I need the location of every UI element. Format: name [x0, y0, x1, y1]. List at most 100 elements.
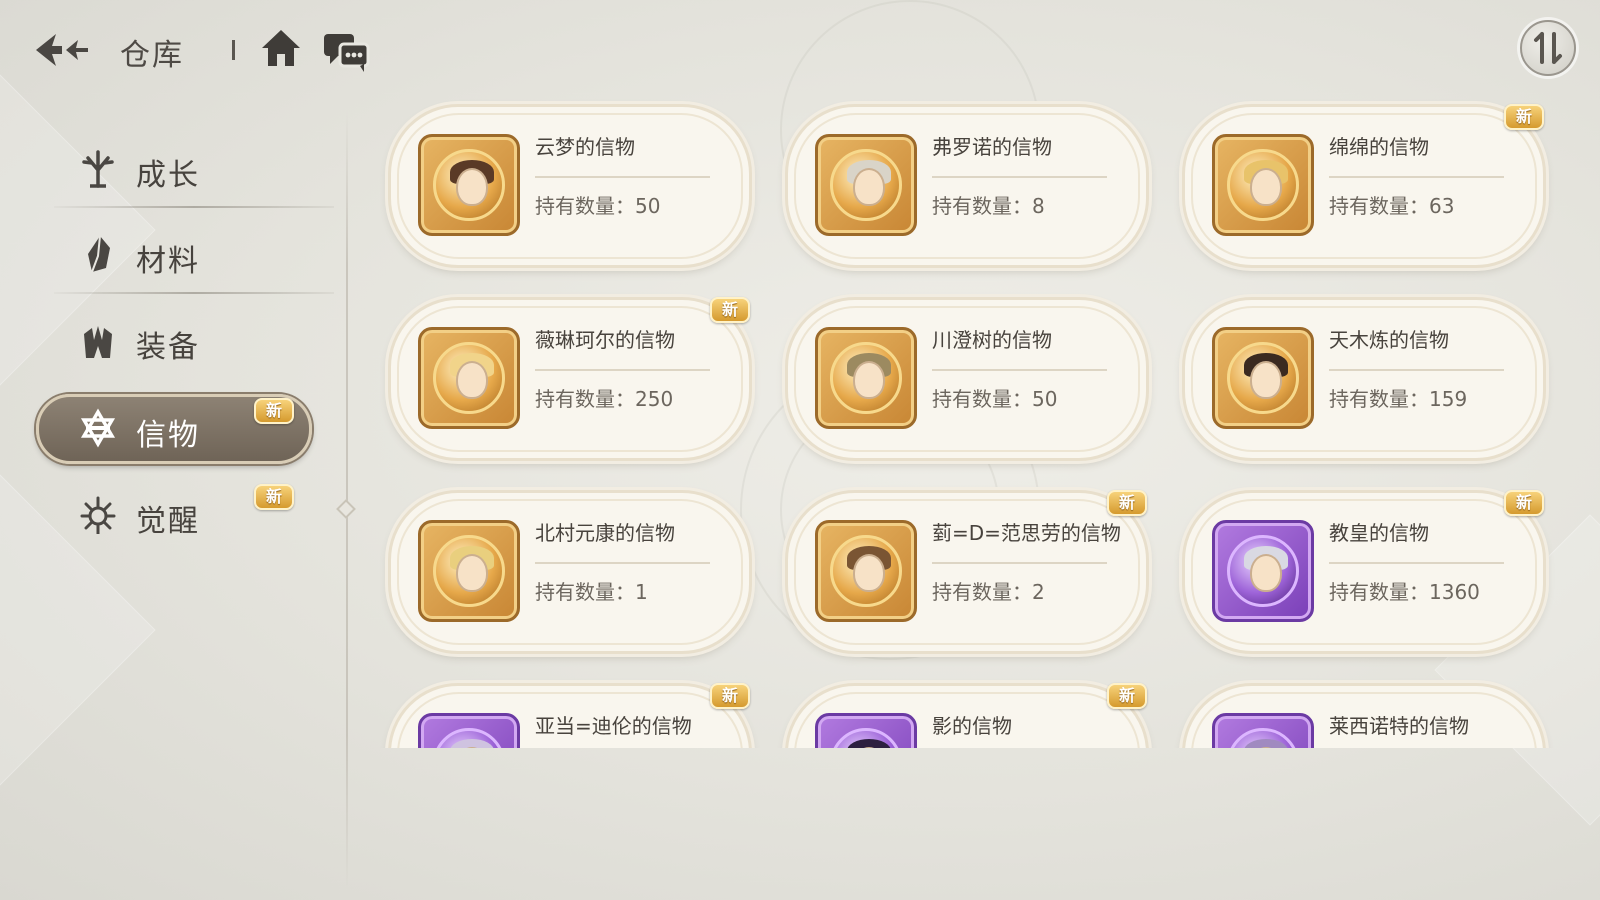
token-name: 绵绵的信物 [1329, 135, 1429, 159]
card-divider [1329, 369, 1504, 371]
count-label: 持有数量： [535, 194, 635, 218]
new-badge: 新 [710, 683, 750, 709]
sidebar-item-equipment[interactable]: 装备 [40, 304, 310, 376]
character-portrait [815, 713, 917, 748]
sidebar-item-label: 觉醒 [136, 504, 200, 539]
card-divider [932, 176, 1107, 178]
token-card[interactable]: 北村元康的信物 持有数量：1 [380, 484, 760, 660]
sidebar-item-tokens[interactable]: 信物 新 [40, 392, 310, 464]
token-name: 菿=D=范思劳的信物 [932, 521, 1121, 545]
token-card[interactable]: 教皇的信物持有数量：1360 新 [1174, 484, 1554, 660]
sidebar-item-label: 成长 [136, 158, 200, 193]
sidebar-item-awakening[interactable]: 觉醒 新 [40, 478, 310, 550]
portrait-face [853, 554, 885, 592]
card-divider [1329, 176, 1504, 178]
chat-button[interactable] [322, 30, 372, 74]
portrait-face [1250, 168, 1282, 206]
token-card[interactable]: 影的信物持有数量：新 [777, 677, 1157, 748]
count-value: 50 [635, 194, 661, 218]
count-value: 50 [1032, 387, 1058, 411]
token-count: 持有数量：63 [1329, 190, 1454, 219]
token-medal-icon [433, 535, 505, 607]
token-medal-icon [1227, 342, 1299, 414]
token-card[interactable]: 天木炼的信物持有数量：159 [1174, 291, 1554, 467]
card-divider [932, 369, 1107, 371]
token-name: 影的信物 [932, 714, 1012, 738]
count-label: 持有数量： [932, 580, 1032, 604]
token-count: 持有数量：2 [932, 576, 1045, 605]
count-value: 250 [635, 387, 674, 411]
portrait-face [456, 168, 488, 206]
count-label: 持有数量： [1329, 194, 1429, 218]
count-value: 1360 [1429, 580, 1480, 604]
token-card[interactable]: 薇琳珂尔的信物 持有数量：250 新 [380, 291, 760, 467]
token-medal-icon [830, 728, 902, 748]
character-portrait [418, 713, 520, 748]
sidebar-item-label: 信物 [136, 418, 200, 453]
count-value: 8 [1032, 194, 1045, 218]
card-divider [535, 176, 710, 178]
count-label: 持有数量： [932, 194, 1032, 218]
token-medal-icon [433, 149, 505, 221]
token-count: 持有数量：50 [932, 383, 1057, 412]
star-emblem-icon [80, 408, 116, 448]
category-sidebar: 成长 材料 装备 信物 新 觉醒 新 [30, 120, 334, 560]
token-card[interactable]: 云梦的信物持有数量：50 [380, 98, 760, 274]
token-name: 教皇的信物 [1329, 521, 1429, 545]
count-label: 持有数量： [535, 580, 635, 604]
token-medal-icon [830, 535, 902, 607]
new-badge: 新 [254, 398, 294, 424]
character-portrait [418, 520, 520, 622]
character-portrait [815, 134, 917, 236]
token-count: 持有数量：1360 [1329, 576, 1480, 605]
portrait-face [456, 554, 488, 592]
count-value: 63 [1429, 194, 1455, 218]
sidebar-item-growth[interactable]: 成长 [40, 132, 310, 204]
token-medal-icon [1227, 149, 1299, 221]
portrait-face [1250, 554, 1282, 592]
token-count: 持有数量：159 [1329, 383, 1467, 412]
token-name: 云梦的信物 [535, 135, 635, 159]
count-value: 159 [1429, 387, 1468, 411]
token-card[interactable]: 亚当=迪伦的信物持有数量：新 [380, 677, 760, 748]
token-medal-icon [1227, 728, 1299, 748]
chat-icon [324, 34, 370, 72]
token-card[interactable]: 莱西诺特的信物持有数量： [1174, 677, 1554, 748]
token-name: 薇琳珂尔的信物 [535, 328, 675, 352]
armor-icon [84, 326, 112, 358]
card-divider [535, 562, 710, 564]
token-medal-icon [1227, 535, 1299, 607]
top-bar: 仓库 [0, 0, 1600, 100]
card-divider [932, 562, 1107, 564]
character-portrait [815, 520, 917, 622]
token-count: 持有数量：50 [535, 190, 660, 219]
character-portrait [815, 327, 917, 429]
portrait-face [456, 361, 488, 399]
token-count: 持有数量：8 [932, 190, 1045, 219]
token-name: 川澄树的信物 [932, 328, 1052, 352]
character-portrait [1212, 713, 1314, 748]
character-portrait [1212, 520, 1314, 622]
home-button[interactable] [258, 26, 304, 70]
token-name: 天木炼的信物 [1329, 328, 1449, 352]
separator-diamond [336, 499, 356, 519]
swap-arrows-icon [1534, 32, 1562, 64]
token-card[interactable]: 绵绵的信物持有数量：63 新 [1174, 98, 1554, 274]
token-card[interactable]: 弗罗诺的信物 持有数量：8 [777, 98, 1157, 274]
sort-toggle-button[interactable] [1520, 20, 1576, 76]
crystal-icon [88, 235, 110, 273]
token-name: 莱西诺特的信物 [1329, 714, 1469, 738]
sidebar-divider [54, 292, 334, 294]
token-medal-icon [830, 342, 902, 414]
token-card[interactable]: 川澄树的信物 持有数量：50 [777, 291, 1157, 467]
sidebar-item-label: 材料 [136, 244, 200, 279]
token-medal-icon [830, 149, 902, 221]
token-name: 北村元康的信物 [535, 521, 675, 545]
token-card[interactable]: 菿=D=范思劳的信物 持有数量：2 新 [777, 484, 1157, 660]
count-label: 持有数量： [932, 387, 1032, 411]
new-badge: 新 [1504, 104, 1544, 130]
back-button[interactable] [32, 28, 94, 72]
sidebar-item-materials[interactable]: 材料 [40, 218, 310, 290]
character-portrait [1212, 134, 1314, 236]
new-badge: 新 [1504, 490, 1544, 516]
